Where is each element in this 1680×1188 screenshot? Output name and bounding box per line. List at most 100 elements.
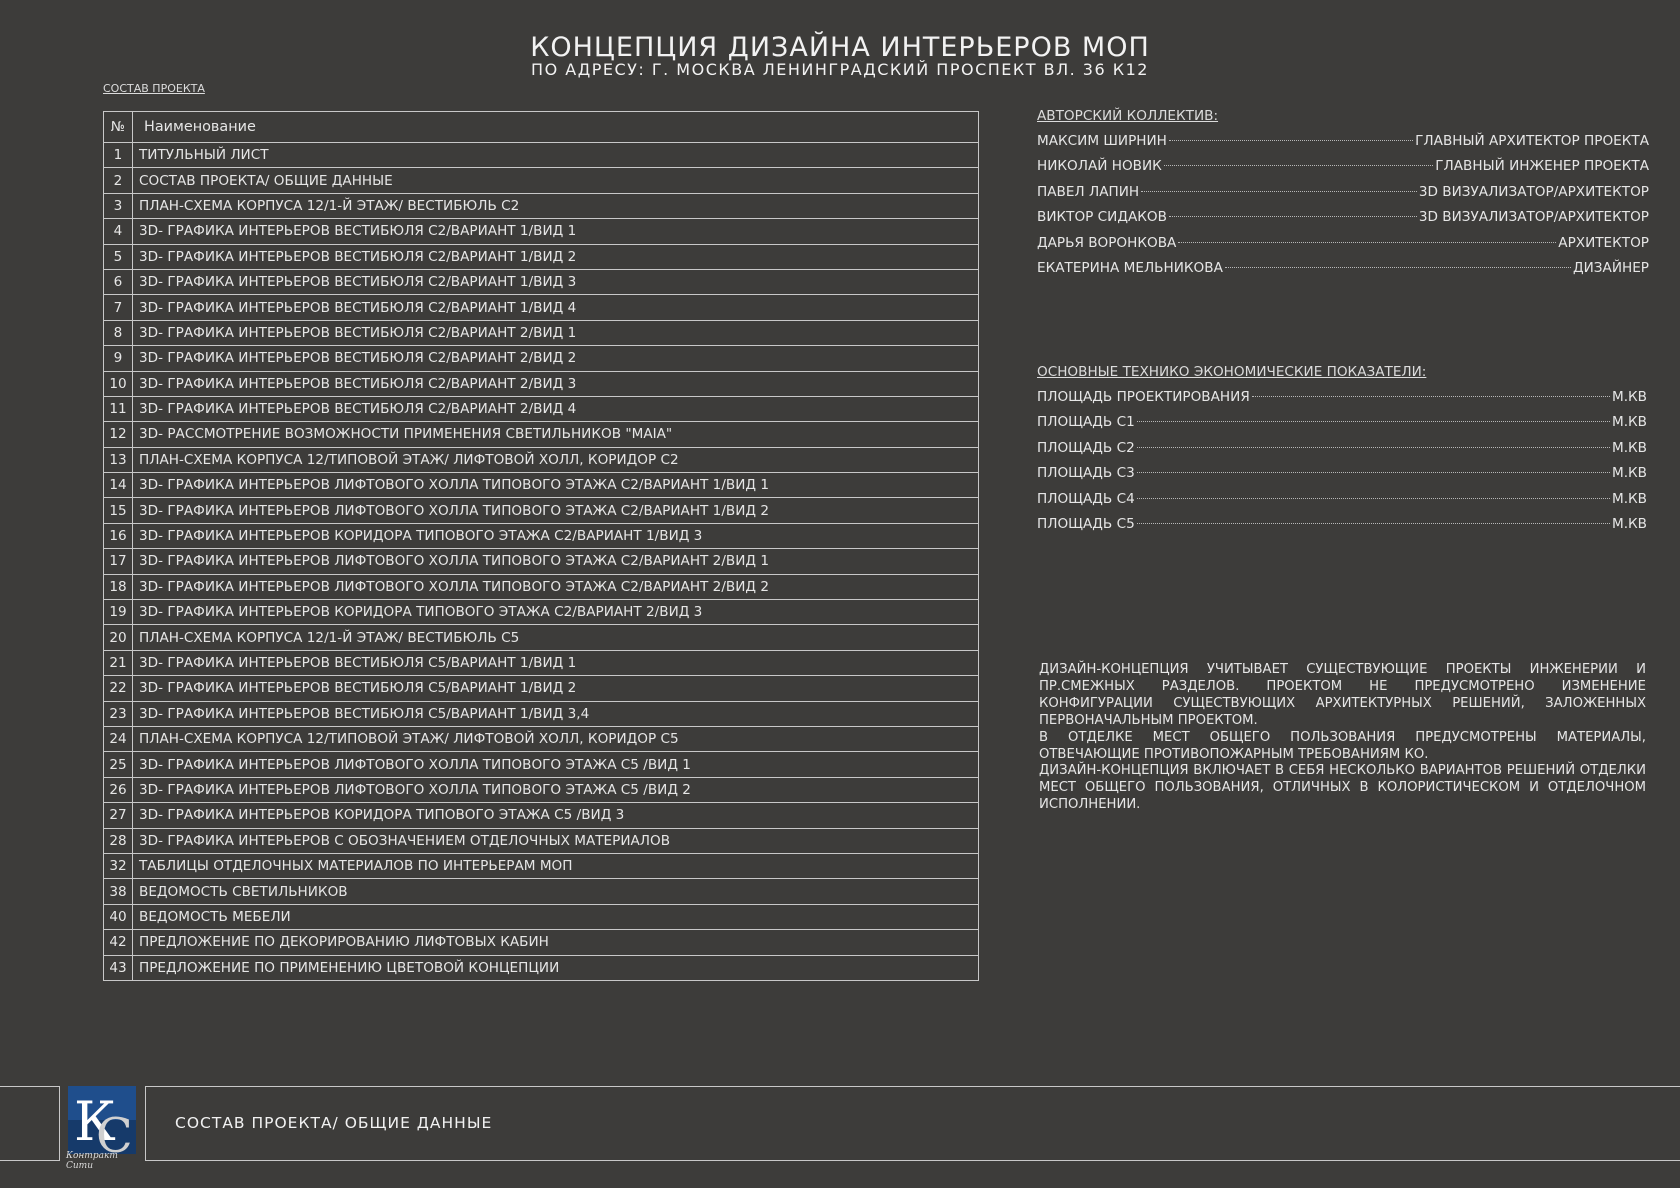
row-name: 3D- ГРАФИКА ИНТЕРЬЕРОВ ВЕСТИБЮЛЯ С2/ВАРИ…: [132, 370, 979, 397]
row-number: 9: [103, 345, 133, 372]
row-number: 23: [103, 700, 133, 727]
table-row: 10 3D- ГРАФИКА ИНТЕРЬЕРОВ ВЕСТИБЮЛЯ С2/ВА…: [103, 370, 979, 397]
indicator-value: М.КВ: [1611, 439, 1647, 456]
row-name: 3D- ГРАФИКА ИНТЕРЬЕРОВ КОРИДОРА ТИПОВОГО…: [132, 599, 979, 626]
indicator-value: М.КВ: [1611, 490, 1647, 507]
row-name: 3D- ГРАФИКА ИНТЕРЬЕРОВ ЛИФТОВОГО ХОЛЛА Т…: [132, 497, 979, 524]
table-row: 8 3D- ГРАФИКА ИНТЕРЬЕРОВ ВЕСТИБЮЛЯ С2/ВАР…: [103, 319, 979, 347]
col-num-header: №: [103, 111, 133, 143]
table-row: 13 ПЛАН-СХЕМА КОРПУСА 12/ТИПОВОЙ ЭТАЖ/ ЛИ…: [103, 446, 979, 474]
footer-left-cell: [0, 1086, 60, 1161]
row-number: 32: [103, 852, 133, 880]
row-name: ПРЕДЛОЖЕНИЕ ПО ПРИМЕНЕНИЮ ЦВЕТОВОЙ КОНЦЕ…: [132, 954, 979, 981]
row-number: 27: [103, 802, 133, 829]
table-row: 28 3D- ГРАФИКА ИНТЕРЬЕРОВ С ОБОЗНАЧЕНИЕМ …: [103, 827, 979, 854]
table-row: 43 ПРЕДЛОЖЕНИЕ ПО ПРИМЕНЕНИЮ ЦВЕТОВОЙ КОН…: [103, 954, 979, 981]
author-row: ЕКАТЕРИНА МЕЛЬНИКОВА ДИЗАЙНЕР: [1037, 256, 1649, 281]
row-number: 13: [103, 446, 133, 474]
row-number: 6: [103, 268, 133, 296]
description-paragraph: ДИЗАЙН-КОНЦЕПЦИЯ ВКЛЮЧАЕТ В СЕБЯ НЕСКОЛЬ…: [1039, 763, 1646, 813]
author-value: 3D ВИЗУАЛИЗАТОР/АРХИТЕКТОР: [1418, 183, 1649, 200]
dotted-leader: [1141, 190, 1417, 192]
section-link[interactable]: СОСТАВ ПРОЕКТА: [103, 82, 205, 95]
indicator-row: ПЛОЩАДЬ С1 М.КВ: [1037, 410, 1647, 435]
authors-heading: АВТОРСКИЙ КОЛЛЕКТИВ:: [1037, 108, 1219, 124]
indicators-heading: ОСНОВНЫЕ ТЕХНИКО ЭКОНОМИЧЕСКИЕ ПОКАЗАТЕЛ…: [1037, 364, 1427, 380]
author-label: ВИКТОР СИДАКОВ: [1037, 209, 1167, 226]
row-name: СОСТАВ ПРОЕКТА/ ОБЩИЕ ДАННЫЕ: [132, 167, 979, 194]
row-name: 3D- ГРАФИКА ИНТЕРЬЕРОВ ВЕСТИБЮЛЯ С2/ВАРИ…: [132, 319, 979, 347]
table-row: 7 3D- ГРАФИКА ИНТЕРЬЕРОВ ВЕСТИБЮЛЯ С2/ВАР…: [103, 294, 979, 321]
author-value: ГЛАВНЫЙ АРХИТЕКТОР ПРОЕКТА: [1415, 133, 1649, 149]
row-name: 3D- ГРАФИКА ИНТЕРЬЕРОВ ВЕСТИБЮЛЯ С2/ВАРИ…: [132, 218, 979, 245]
sheet-title: СОСТАВ ПРОЕКТА/ ОБЩИЕ ДАННЫЕ: [175, 1114, 493, 1132]
indicator-row: ПЛОЩАДЬ С5 М.КВ: [1037, 512, 1647, 537]
author-row: ДАРЬЯ ВОРОНКОВА АРХИТЕКТОР: [1037, 231, 1649, 256]
indicator-row: ПЛОЩАДЬ ПРОЕКТИРОВАНИЯ М.КВ: [1037, 385, 1647, 410]
table-row: 25 3D- ГРАФИКА ИНТЕРЬЕРОВ ЛИФТОВОГО ХОЛЛА…: [103, 751, 979, 778]
row-number: 12: [103, 421, 133, 448]
table-row: 27 3D- ГРАФИКА ИНТЕРЬЕРОВ КОРИДОРА ТИПОВО…: [103, 802, 979, 829]
row-name: ПЛАН-СХЕМА КОРПУСА 12/ТИПОВОЙ ЭТАЖ/ ЛИФТ…: [132, 446, 979, 474]
author-label: ПАВЕЛ ЛАПИН: [1037, 183, 1140, 200]
row-number: 28: [103, 827, 133, 854]
table-row: 16 3D- ГРАФИКА ИНТЕРЬЕРОВ КОРИДОРА ТИПОВО…: [103, 522, 979, 550]
row-number: 21: [103, 649, 133, 677]
author-value: АРХИТЕКТОР: [1558, 234, 1649, 251]
dotted-leader: [1136, 446, 1610, 448]
table-row: 42 ПРЕДЛОЖЕНИЕ ПО ДЕКОРИРОВАНИЮ ЛИФТОВЫХ …: [103, 929, 979, 956]
page-title: КОНЦЕПЦИЯ ДИЗАЙНА ИНТЕРЬЕРОВ МОП: [530, 32, 1150, 63]
logo-caption: Контракт Сити: [66, 1151, 118, 1171]
table-row: 22 3D- ГРАФИКА ИНТЕРЬЕРОВ ВЕСТИБЮЛЯ С5/ВА…: [103, 675, 979, 702]
row-name: 3D- ГРАФИКА ИНТЕРЬЕРОВ ЛИФТОВОГО ХОЛЛА Т…: [132, 776, 979, 804]
contents-header-row: № Наименование: [103, 111, 979, 143]
row-name: 3D- ГРАФИКА ИНТЕРЬЕРОВ С ОБОЗНАЧЕНИЕМ ОТ…: [132, 827, 979, 854]
table-row: 9 3D- ГРАФИКА ИНТЕРЬЕРОВ ВЕСТИБЮЛЯ С2/ВАР…: [103, 345, 979, 372]
table-row: 18 3D- ГРАФИКА ИНТЕРЬЕРОВ ЛИФТОВОГО ХОЛЛА…: [103, 573, 979, 601]
indicator-label: ПЛОЩАДЬ С4: [1037, 490, 1135, 507]
table-row: 38 ВЕДОМОСТЬ СВЕТИЛЬНИКОВ: [103, 878, 979, 905]
indicator-value: М.КВ: [1611, 465, 1647, 482]
indicator-value: М.КВ: [1611, 414, 1647, 431]
author-row: ПАВЕЛ ЛАПИН 3D ВИЗУАЛИЗАТОР/АРХИТЕКТОР: [1037, 180, 1649, 205]
row-name: 3D- ГРАФИКА ИНТЕРЬЕРОВ ВЕСТИБЮЛЯ С5/ВАРИ…: [132, 700, 979, 727]
indicators-section: ОСНОВНЫЕ ТЕХНИКО ЭКОНОМИЧЕСКИЕ ПОКАЗАТЕЛ…: [1037, 360, 1647, 537]
table-row: 32 ТАБЛИЦЫ ОТДЕЛОЧНЫХ МАТЕРИАЛОВ ПО ИНТЕР…: [103, 852, 979, 880]
author-label: НИКОЛАЙ НОВИК: [1037, 158, 1162, 175]
row-number: 8: [103, 319, 133, 347]
table-row: 2 СОСТАВ ПРОЕКТА/ ОБЩИЕ ДАННЫЕ: [103, 167, 979, 194]
row-name: ПРЕДЛОЖЕНИЕ ПО ДЕКОРИРОВАНИЮ ЛИФТОВЫХ КА…: [132, 929, 979, 956]
indicator-value: М.КВ: [1611, 515, 1647, 532]
description-paragraph: ДИЗАЙН-КОНЦЕПЦИЯ УЧИТЫВАЕТ СУЩЕСТВУЮЩИЕ …: [1039, 662, 1646, 728]
row-name: 3D- ГРАФИКА ИНТЕРЬЕРОВ ЛИФТОВОГО ХОЛЛА Т…: [132, 548, 979, 575]
row-name: ВЕДОМОСТЬ СВЕТИЛЬНИКОВ: [132, 878, 979, 905]
author-row: НИКОЛАЙ НОВИК ГЛАВНЫЙ ИНЖЕНЕР ПРОЕКТА: [1037, 154, 1649, 179]
table-row: 1 ТИТУЛЬНЫЙ ЛИСТ: [103, 141, 979, 169]
row-number: 14: [103, 472, 133, 499]
table-row: 24 ПЛАН-СХЕМА КОРПУСА 12/ТИПОВОЙ ЭТАЖ/ ЛИ…: [103, 725, 979, 753]
dotted-leader: [1136, 421, 1610, 423]
table-row: 4 3D- ГРАФИКА ИНТЕРЬЕРОВ ВЕСТИБЮЛЯ С2/ВАР…: [103, 218, 979, 245]
row-name: 3D- ГРАФИКА ИНТЕРЬЕРОВ КОРИДОРА ТИПОВОГО…: [132, 522, 979, 550]
row-name: 3D- ГРАФИКА ИНТЕРЬЕРОВ ЛИФТОВОГО ХОЛЛА Т…: [132, 472, 979, 499]
table-row: 21 3D- ГРАФИКА ИНТЕРЬЕРОВ ВЕСТИБЮЛЯ С5/ВА…: [103, 649, 979, 677]
indicator-label: ПЛОЩАДЬ ПРОЕКТИРОВАНИЯ: [1037, 389, 1250, 405]
row-name: 3D- ГРАФИКА ИНТЕРЬЕРОВ ВЕСТИБЮЛЯ С2/ВАРИ…: [132, 268, 979, 296]
page-subtitle: ПО АДРЕСУ: Г. МОСКВА ЛЕНИНГРАДСКИЙ ПРОСП…: [531, 60, 1149, 79]
table-row: 12 3D- РАССМОТРЕНИЕ ВОЗМОЖНОСТИ ПРИМЕНЕНИ…: [103, 421, 979, 448]
indicator-row: ПЛОЩАДЬ С3 М.КВ: [1037, 461, 1647, 486]
author-label: ДАРЬЯ ВОРОНКОВА: [1037, 234, 1177, 251]
indicator-row: ПЛОЩАДЬ С2 М.КВ: [1037, 436, 1647, 461]
row-number: 24: [103, 725, 133, 753]
row-name: ВЕДОМОСТЬ МЕБЕЛИ: [132, 903, 979, 931]
table-row: 40 ВЕДОМОСТЬ МЕБЕЛИ: [103, 903, 979, 931]
dotted-leader: [1136, 497, 1610, 499]
row-name: ТИТУЛЬНЫЙ ЛИСТ: [132, 141, 979, 169]
row-name: 3D- ГРАФИКА ИНТЕРЬЕРОВ ВЕСТИБЮЛЯ С2/ВАРИ…: [132, 395, 979, 423]
row-number: 2: [103, 167, 133, 194]
table-row: 23 3D- ГРАФИКА ИНТЕРЬЕРОВ ВЕСТИБЮЛЯ С5/ВА…: [103, 700, 979, 727]
row-number: 5: [103, 243, 133, 270]
dotted-leader: [1168, 216, 1417, 218]
table-row: 15 3D- ГРАФИКА ИНТЕРЬЕРОВ ЛИФТОВОГО ХОЛЛА…: [103, 497, 979, 524]
dotted-leader: [1251, 396, 1610, 397]
